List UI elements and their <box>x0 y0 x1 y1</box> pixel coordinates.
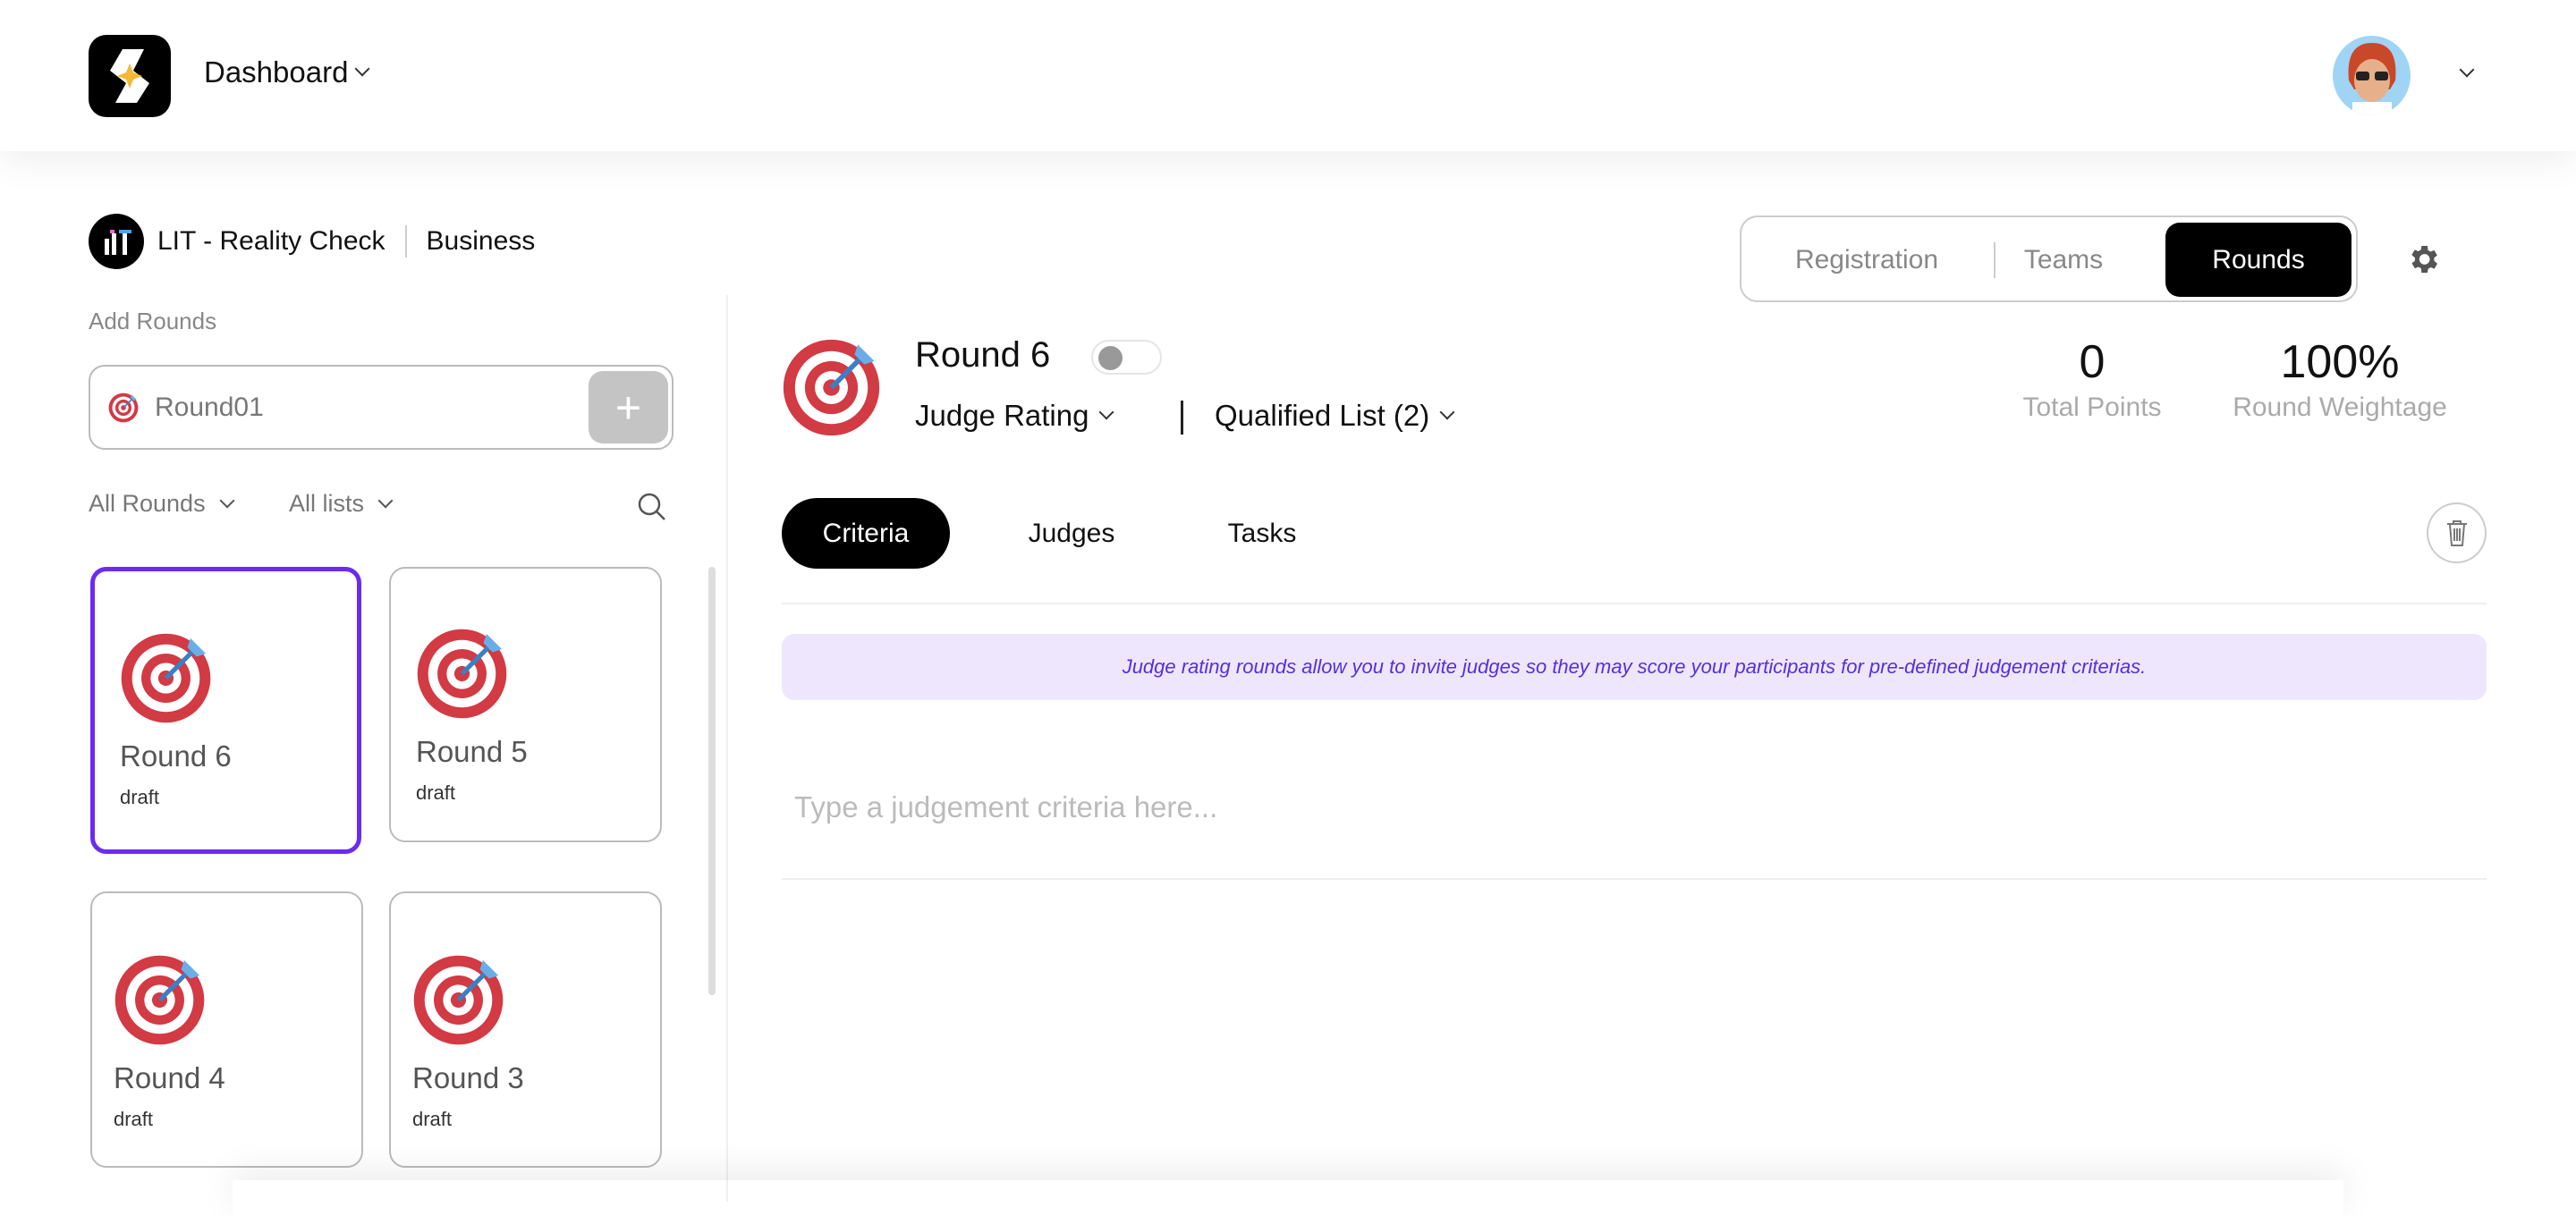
chevron-down-icon <box>354 61 370 77</box>
chevron-down-icon <box>1098 404 1114 420</box>
tab-judges[interactable]: Judges <box>1000 498 1143 569</box>
top-header: Dashboard <box>0 0 2576 151</box>
sidebar-scrollbar[interactable] <box>708 567 716 995</box>
tab-registration[interactable]: Registration <box>1777 223 1956 297</box>
tab-tasks[interactable]: Tasks <box>1199 498 1325 569</box>
target-icon <box>108 393 139 423</box>
info-banner: Judge rating rounds allow you to invite … <box>782 634 2487 700</box>
org-header: LIT - Reality Check Business <box>157 225 535 258</box>
tab-criteria[interactable]: Criteria <box>782 498 950 569</box>
round-card-title: Round 3 <box>412 1061 524 1094</box>
target-icon <box>120 632 212 724</box>
divider <box>1994 242 1996 278</box>
criteria-input[interactable]: Type a judgement criteria here... <box>794 790 1217 824</box>
dashboard-dropdown[interactable]: Dashboard <box>204 55 370 89</box>
round-target-icon <box>782 338 881 437</box>
round-card-title: Round 6 <box>120 739 232 773</box>
round-card[interactable]: Round 6 draft <box>90 567 361 854</box>
round-card-title: Round 4 <box>114 1061 225 1094</box>
panel-divider <box>726 295 728 1202</box>
tab-teams[interactable]: Teams <box>2010 223 2117 297</box>
round-card[interactable]: Round 3 draft <box>389 891 662 1168</box>
add-rounds-label: Add Rounds <box>89 308 217 334</box>
target-icon <box>114 954 206 1046</box>
divider <box>404 225 407 258</box>
trash-icon <box>2446 520 2467 546</box>
round-type: Judge Rating <box>915 399 1089 432</box>
app-logo[interactable] <box>89 35 171 117</box>
round-card-status: draft <box>416 781 456 804</box>
divider <box>782 878 2487 880</box>
round-card-status: draft <box>114 1108 154 1130</box>
add-round-button[interactable]: + <box>589 371 668 443</box>
search-icon[interactable] <box>637 492 667 522</box>
target-icon <box>412 954 504 1046</box>
round-publish-toggle[interactable] <box>1091 340 1162 375</box>
divider <box>1181 401 1183 435</box>
round-card-status: draft <box>412 1108 453 1130</box>
qualified-list-dropdown[interactable]: Qualified List (2) <box>1215 399 1455 433</box>
round-name-value: Round01 <box>155 392 264 422</box>
gear-icon[interactable] <box>2405 241 2441 277</box>
weightage-value: 100% <box>2280 336 2400 388</box>
account-menu-chevron-icon[interactable] <box>2459 62 2475 78</box>
chevron-down-icon <box>219 493 235 508</box>
bolt-logo-icon <box>110 49 149 103</box>
all-lists-filter[interactable]: All lists <box>289 490 394 518</box>
org-type: Business <box>426 226 536 256</box>
round-type-dropdown[interactable]: Judge Rating <box>915 399 1114 433</box>
section-tabs: Registration Teams Rounds <box>1740 215 2358 302</box>
all-rounds-filter[interactable]: All Rounds <box>89 490 235 518</box>
total-points-stat: 0 Total Points <box>2003 335 2182 423</box>
total-points-value: 0 <box>2079 336 2106 388</box>
round-title: Round 6 <box>915 335 1051 375</box>
tab-rounds[interactable]: Rounds <box>2165 223 2351 297</box>
round-card[interactable]: Round 5 draft <box>389 567 662 842</box>
divider <box>782 603 2487 604</box>
chevron-down-icon <box>1439 404 1455 420</box>
filter-label: All lists <box>289 490 365 517</box>
weightage-label: Round Weightage <box>2233 393 2447 422</box>
target-icon <box>416 628 508 720</box>
org-logo <box>89 214 144 269</box>
bottom-shadow <box>233 1180 2343 1216</box>
round-card-status: draft <box>120 786 160 808</box>
app-title: Dashboard <box>204 55 349 89</box>
user-avatar[interactable] <box>2333 36 2411 115</box>
chevron-down-icon <box>377 493 394 508</box>
total-points-label: Total Points <box>2022 393 2162 422</box>
round-card-title: Round 5 <box>416 735 528 768</box>
round-name-input[interactable]: Round01 + <box>89 365 674 450</box>
delete-round-button[interactable] <box>2427 502 2487 563</box>
qualified-list: Qualified List (2) <box>1215 399 1430 432</box>
org-name: LIT - Reality Check <box>157 226 386 256</box>
round-card[interactable]: Round 4 draft <box>90 891 363 1168</box>
filter-label: All Rounds <box>89 490 206 517</box>
round-weightage-stat: 100% Round Weightage <box>2206 335 2474 423</box>
